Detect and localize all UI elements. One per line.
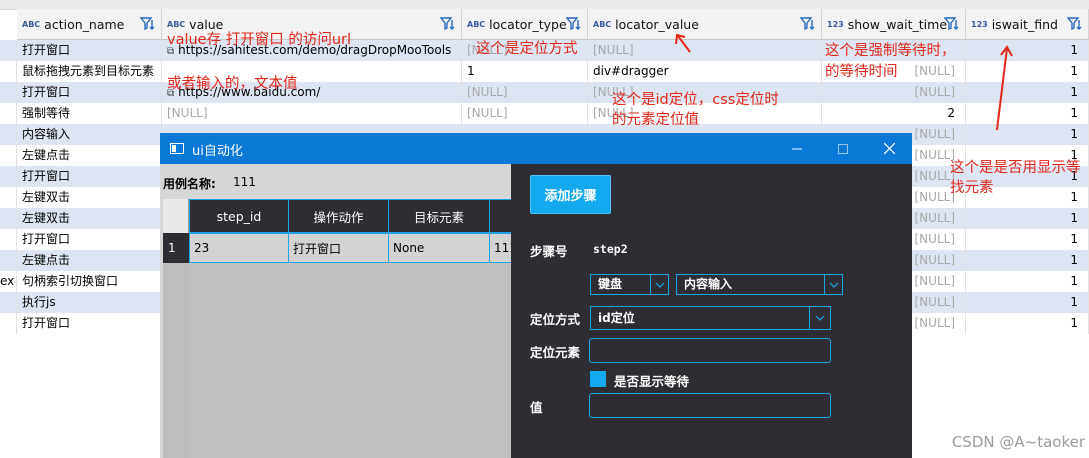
arrow-locator-value [677, 35, 691, 53]
chevron-down-icon [650, 275, 668, 294]
add-step-button[interactable]: 添加步骤 [530, 175, 611, 214]
case-panel: 用例名称: 111 step_id 操作动作 目标元素 1 23 打开窗口 No… [160, 164, 511, 458]
show-wait-label: 是否显示等待 [614, 374, 690, 389]
cell-target[interactable]: None [388, 233, 490, 263]
dialog-title: ui自动化 [192, 144, 243, 159]
locate-method-select[interactable]: id定位 [590, 306, 831, 330]
dialog-titlebar[interactable]: ui自动化 [160, 133, 912, 164]
window-app-icon [170, 143, 184, 154]
arrow-iswait [996, 47, 1008, 131]
action-select-value: 内容输入 [684, 277, 733, 291]
category-select-value: 键盘 [598, 277, 623, 291]
locate-element-label: 定位元素 [530, 345, 581, 360]
close-icon [883, 143, 895, 154]
column-header-more[interactable] [489, 199, 511, 233]
step-number-label: 步骤号 [530, 244, 568, 259]
column-header-target[interactable]: 目标元素 [388, 199, 490, 233]
steps-table: step_id 操作动作 目标元素 1 23 打开窗口 None 111 [163, 199, 511, 458]
watermark: CSDN @A~taoker [951, 433, 1085, 451]
case-name-value: 111 [233, 175, 256, 189]
minimize-button[interactable] [774, 133, 820, 164]
locate-method-value: id定位 [598, 311, 635, 325]
minimize-icon [792, 148, 802, 149]
chevron-down-icon [809, 307, 830, 329]
cell-extra[interactable]: 111 [489, 233, 511, 263]
row-number[interactable]: 1 [163, 233, 189, 263]
maximize-button[interactable] [820, 133, 866, 164]
case-name-label: 用例名称: [163, 177, 216, 191]
close-button[interactable] [866, 133, 912, 164]
locate-element-input[interactable] [589, 338, 831, 363]
value-input[interactable] [589, 393, 831, 418]
value-label: 值 [530, 400, 543, 415]
column-header-action[interactable]: 操作动作 [288, 199, 389, 233]
chevron-down-icon [824, 275, 842, 294]
category-select[interactable]: 键盘 [590, 274, 669, 295]
show-wait-checkbox[interactable] [590, 371, 606, 387]
cell-step-id[interactable]: 23 [189, 233, 289, 263]
step-number-value: step2 [593, 242, 628, 256]
locate-method-label: 定位方式 [530, 312, 581, 327]
ui-automation-dialog: ui自动化 用例名称: 111 step_id 操作动作 目标元素 1 23 打… [160, 133, 912, 458]
maximize-icon [838, 143, 848, 154]
table-corner[interactable] [163, 199, 189, 233]
action-select[interactable]: 内容输入 [676, 274, 843, 295]
column-header-step-id[interactable]: step_id [189, 199, 289, 233]
step-editor-panel: 添加步骤 步骤号 step2 键盘 内容输入 定位方式 id定位 定位元素 是否… [511, 164, 912, 458]
cell-action[interactable]: 打开窗口 [288, 233, 389, 263]
